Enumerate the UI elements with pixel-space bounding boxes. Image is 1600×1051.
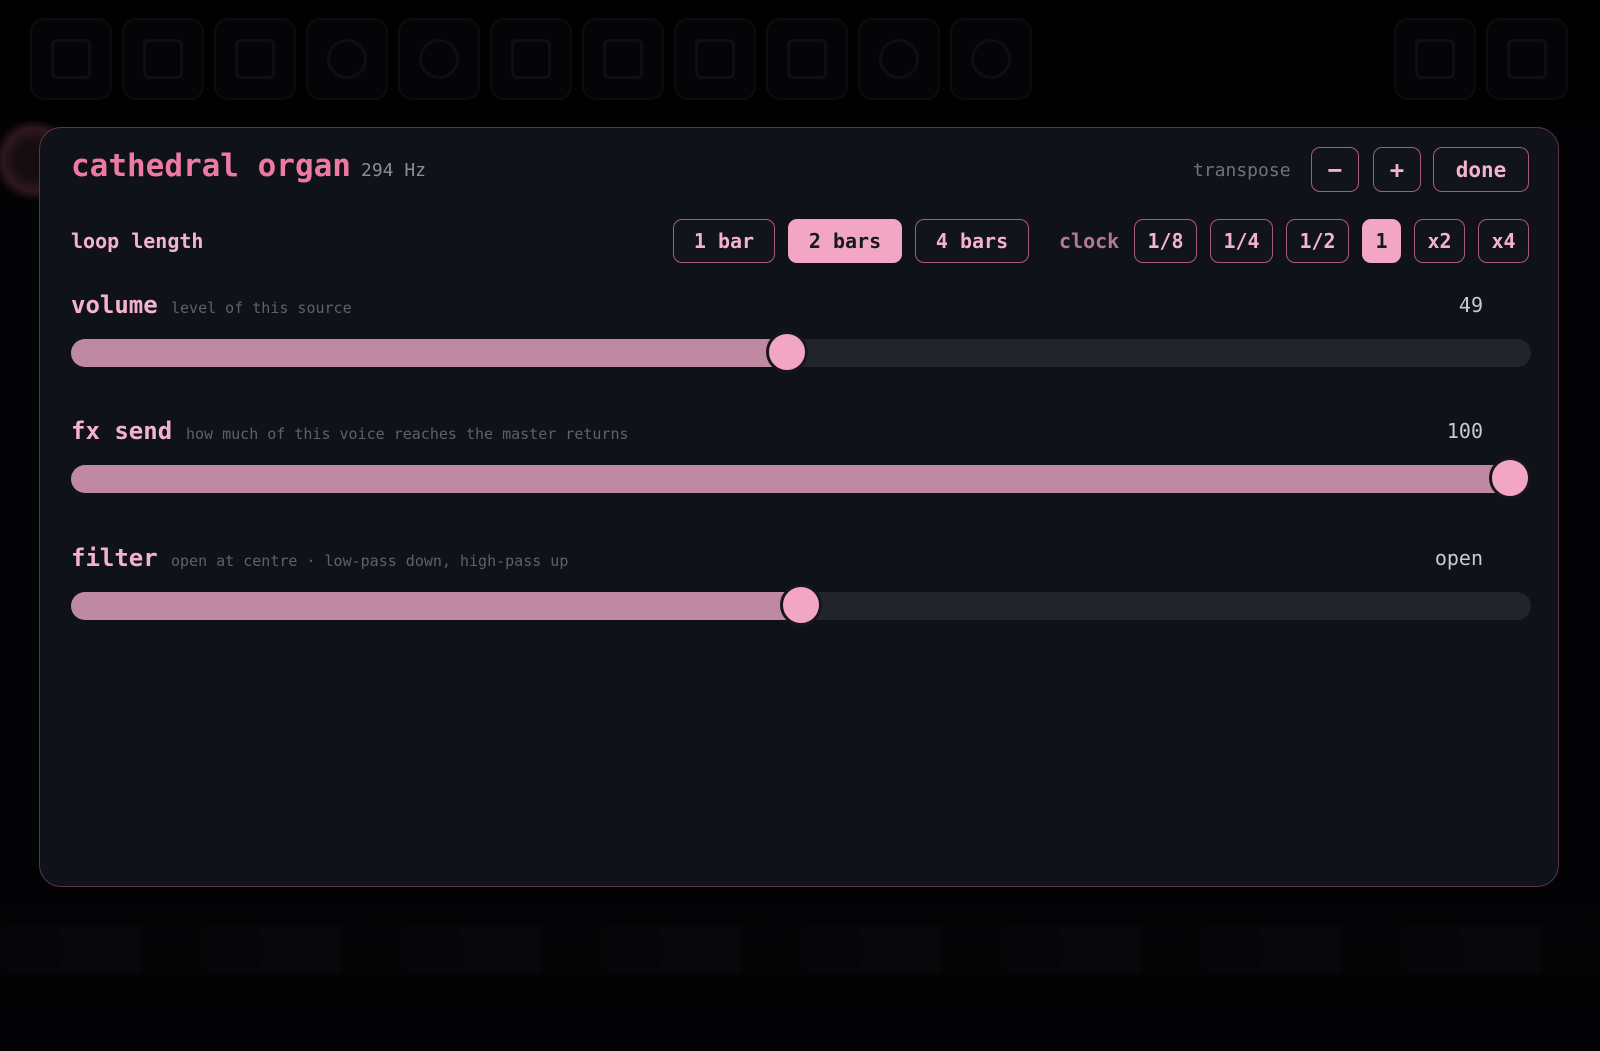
- volume-slider-knob[interactable]: [765, 331, 808, 373]
- bg-phone-icon: [30, 18, 112, 100]
- filter-label: filter: [71, 544, 158, 572]
- background-bottom-bar: [0, 905, 1600, 995]
- clock-option-1-2[interactable]: 1/2: [1286, 219, 1349, 263]
- fx-send-slider-knob[interactable]: [1489, 457, 1531, 499]
- volume-slider-fill: [71, 339, 787, 367]
- filter-description: open at centre · low-pass down, high-pas…: [171, 552, 569, 570]
- volume-label: volume: [71, 291, 158, 319]
- bg-share-icon: [674, 18, 756, 100]
- bg-gear-icon: [858, 18, 940, 100]
- panel-title: cathedral organ: [71, 148, 351, 184]
- filter-value: open: [1434, 546, 1483, 570]
- bg-close-icon: [1486, 18, 1568, 100]
- clock-option-x2[interactable]: x2: [1414, 219, 1465, 263]
- fx-send-description: how much of this voice reaches the maste…: [186, 425, 629, 443]
- fx-send-label: fx send: [71, 417, 173, 445]
- done-button[interactable]: done: [1433, 147, 1529, 192]
- bg-dots-icon: [214, 18, 296, 100]
- filter-control: filter open at centre · low-pass down, h…: [71, 544, 1531, 654]
- loop-length-label: loop length: [71, 229, 204, 253]
- fx-send-control: fx send how much of this voice reaches t…: [71, 417, 1531, 527]
- clock-option-1[interactable]: 1: [1362, 219, 1401, 263]
- bg-pause-icon: [1394, 18, 1476, 100]
- transpose-down-button[interactable]: −: [1311, 147, 1359, 192]
- transpose-up-button[interactable]: +: [1373, 147, 1421, 192]
- volume-description: level of this source: [171, 299, 352, 317]
- frequency-readout: 294 Hz: [361, 160, 427, 181]
- bg-grid-icon: [766, 18, 848, 100]
- bg-sliders-icon: [490, 18, 572, 100]
- clock-label: clock: [1059, 229, 1120, 253]
- bg-power-icon: [306, 18, 388, 100]
- bg-compass-icon: [398, 18, 480, 100]
- filter-slider-track[interactable]: [71, 584, 1531, 626]
- background-toolbar: [0, 0, 1600, 122]
- volume-slider-track[interactable]: [71, 331, 1531, 373]
- bg-list-icon: [122, 18, 204, 100]
- filter-slider-fill: [71, 592, 801, 620]
- transpose-label: transpose: [1193, 160, 1291, 181]
- clock-option-1-4[interactable]: 1/4: [1210, 219, 1273, 263]
- bg-help-icon: [950, 18, 1032, 100]
- clock-option-1-8[interactable]: 1/8: [1134, 219, 1197, 263]
- filter-slider-knob[interactable]: [780, 584, 822, 626]
- source-settings-panel: cathedral organ 294 Hz transpose − + don…: [39, 127, 1559, 887]
- bg-arrows-icon: [582, 18, 664, 100]
- volume-control: volume level of this source 49: [71, 291, 1531, 401]
- loop-option-4-bars[interactable]: 4 bars: [915, 219, 1029, 263]
- fx-send-slider-fill: [71, 465, 1510, 493]
- volume-value: 49: [1458, 293, 1483, 317]
- clock-option-x4[interactable]: x4: [1478, 219, 1529, 263]
- loop-option-2-bars[interactable]: 2 bars: [788, 219, 902, 263]
- fx-send-slider-track[interactable]: [71, 457, 1531, 499]
- fx-send-value: 100: [1446, 419, 1483, 443]
- loop-option-1-bar[interactable]: 1 bar: [673, 219, 775, 263]
